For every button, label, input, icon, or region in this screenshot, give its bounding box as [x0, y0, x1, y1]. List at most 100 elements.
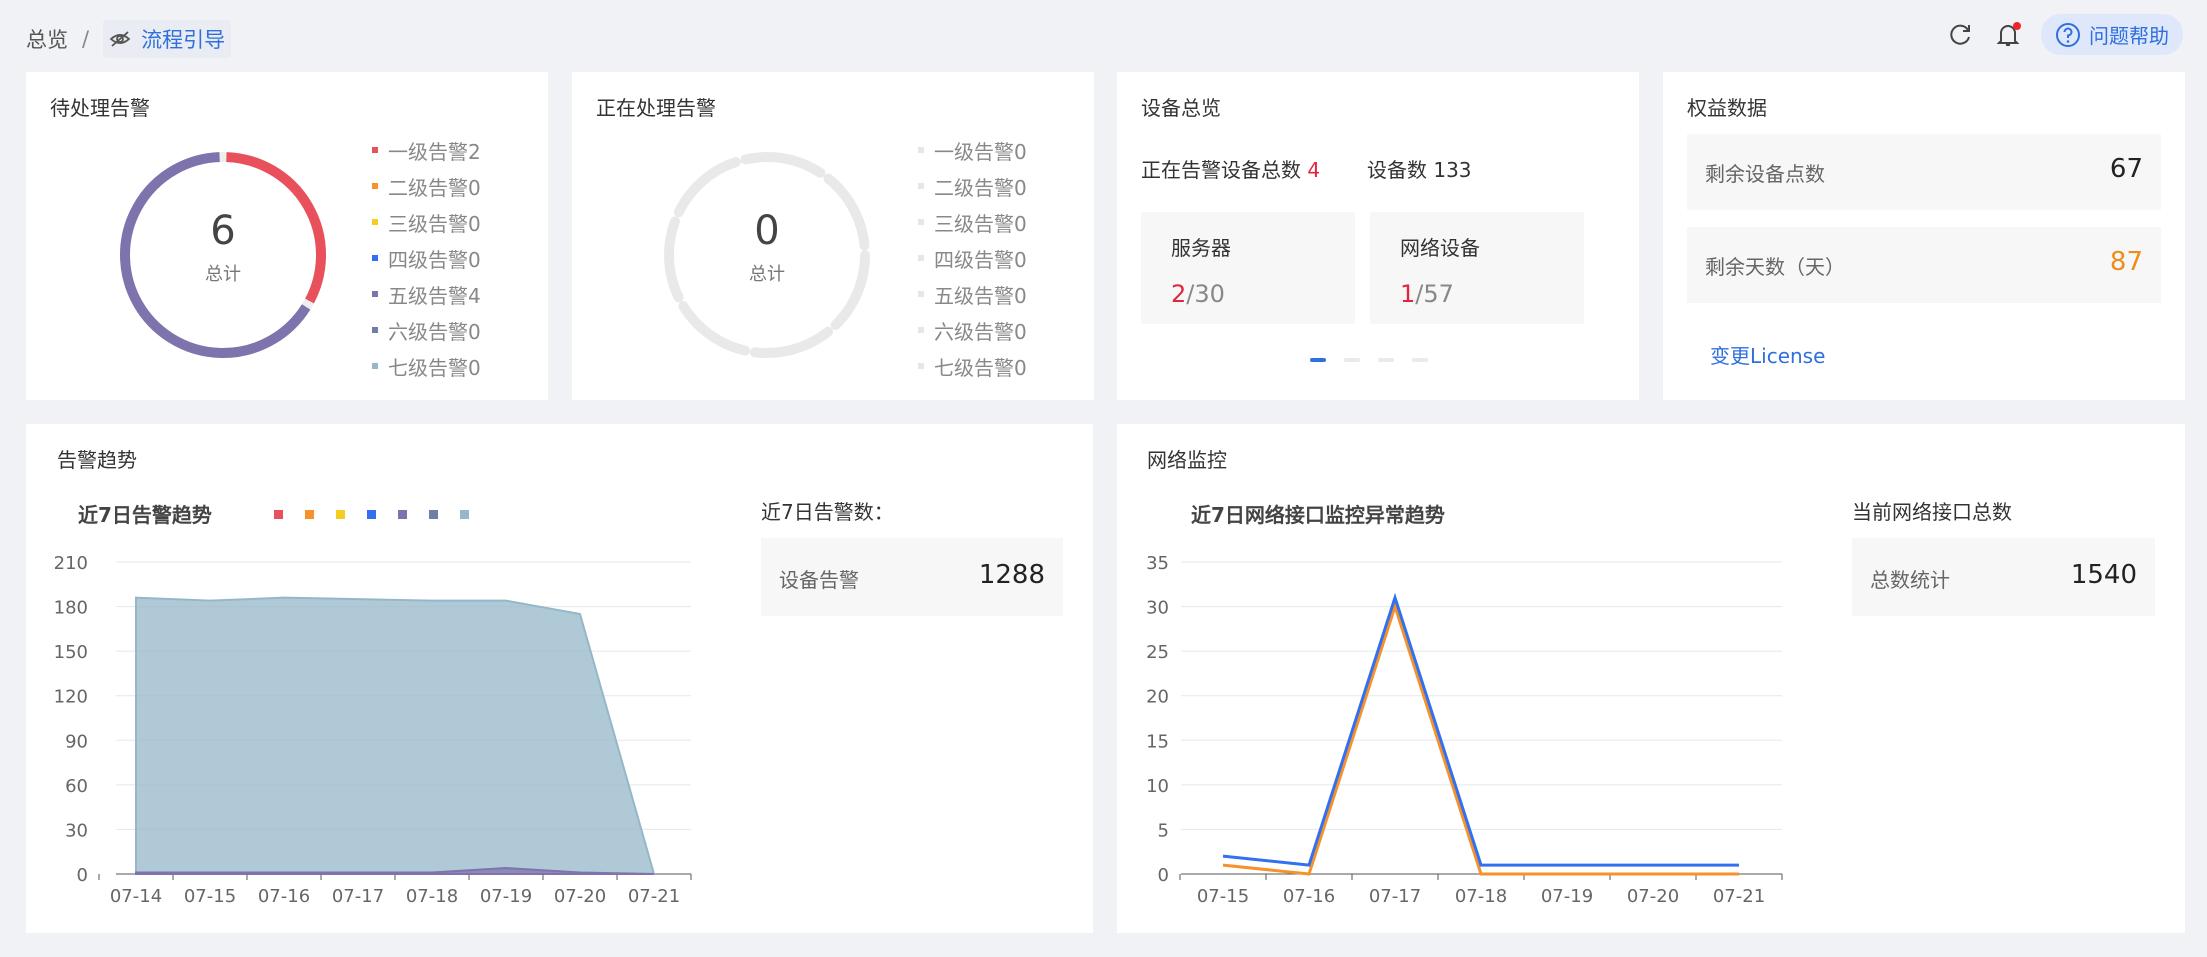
rights-title: 权益数据 [1687, 96, 1767, 120]
network-device-alarm-count: 1 [1400, 280, 1416, 308]
legend-item[interactable]: 四级告警0 [918, 240, 1027, 276]
breadcrumb: 总览 / 流程引导 [26, 20, 232, 58]
legend-swatch [372, 219, 378, 225]
network-trend-chart: 近7日网络接口监控异常趋势 0 5 10 15 20 25 30 35 07-15 07-16 07-… [1146, 503, 1783, 907]
x-tick-label: 07-17 [332, 886, 384, 907]
legend-item[interactable]: 一级告警2 [372, 132, 481, 168]
y-tick-label: 90 [65, 731, 88, 752]
device-count-label: 设备数 [1367, 158, 1427, 182]
y-tick-label: 210 [54, 553, 88, 574]
y-tick-label: 0 [1158, 865, 1169, 886]
pager-dot[interactable] [1344, 358, 1360, 362]
legend-item[interactable]: 六级告警0 [918, 312, 1027, 348]
device-count-stat: 设备数 133 [1367, 154, 1472, 183]
legend-swatch [918, 219, 924, 225]
x-tick-label: 07-21 [1713, 886, 1765, 907]
legend-marker [398, 510, 407, 519]
legend-item[interactable]: 二级告警0 [372, 168, 481, 204]
legend-label: 一级告警0 [934, 139, 1027, 164]
network-total-value: 1540 [2070, 560, 2137, 590]
remain-days-value: 87 [2109, 247, 2143, 277]
breadcrumb-separator: / [82, 27, 90, 51]
device-alarm-value: 1288 [978, 560, 1045, 590]
y-tick-label: 20 [1146, 687, 1169, 708]
legend-item[interactable]: 四级告警0 [372, 240, 481, 276]
chart-title: 近7日告警趋势 [78, 503, 212, 527]
network-total-row: 总数统计 1540 [1852, 538, 2155, 616]
notification-button[interactable] [1993, 20, 2023, 50]
legend-swatch [918, 291, 924, 297]
legend-item[interactable]: 七级告警0 [372, 348, 481, 384]
breadcrumb-root[interactable]: 总览 [26, 24, 68, 54]
toolbar: 问题帮助 [1945, 14, 2183, 55]
remain-points-row: 剩余设备点数 67 [1687, 134, 2161, 210]
change-license-link[interactable]: 变更License [1710, 340, 1825, 369]
server-label: 服务器 [1171, 236, 1231, 260]
remain-points-value: 67 [2109, 154, 2143, 184]
y-tick-label: 120 [54, 687, 88, 708]
remain-days-row: 剩余天数（天） 87 [1687, 227, 2161, 303]
breadcrumb-current[interactable]: 流程引导 [103, 20, 232, 58]
processing-total: 0 总计 [662, 208, 872, 286]
x-tick-label: 07-14 [110, 886, 162, 907]
legend-swatch [372, 255, 378, 261]
notification-dot [2013, 21, 2021, 30]
legend-marker [429, 510, 438, 519]
x-tick-label: 07-16 [1283, 886, 1335, 907]
network-device-tile[interactable]: 网络设备 1/57 [1370, 212, 1584, 324]
legend-swatch [372, 363, 378, 369]
remain-days-label: 剩余天数（天） [1705, 255, 1845, 279]
area-series [135, 596, 656, 875]
pager-dot[interactable] [1378, 358, 1394, 362]
legend-item[interactable]: 三级告警0 [918, 204, 1027, 240]
legend-label: 七级告警0 [934, 355, 1027, 380]
network-side-title: 当前网络接口总数 [1852, 500, 2012, 524]
y-tick-label: 15 [1146, 731, 1169, 752]
devices-overview-card: 设备总览 正在告警设备总数 4 设备数 133 服务器 2/30 网络设备 1/… [1117, 72, 1639, 400]
refresh-button[interactable] [1945, 20, 1975, 50]
eye-off-icon [109, 31, 131, 47]
server-tile[interactable]: 服务器 2/30 [1141, 212, 1355, 324]
legend-label: 一级告警2 [388, 139, 481, 164]
y-tick-label: 60 [65, 776, 88, 797]
legend-item[interactable]: 一级告警0 [918, 132, 1027, 168]
y-tick-label: 25 [1146, 642, 1169, 663]
devices-overview-title: 设备总览 [1141, 96, 1221, 120]
x-tick-label: 07-15 [184, 886, 236, 907]
network-device-count: 1/57 [1400, 280, 1454, 308]
legend-swatch [372, 327, 378, 333]
legend-label: 四级告警0 [934, 247, 1027, 272]
alarm-device-value: 4 [1307, 158, 1321, 182]
legend-item[interactable]: 七级告警0 [918, 348, 1027, 384]
pager-dot[interactable] [1412, 358, 1428, 362]
pager-dot[interactable] [1310, 358, 1326, 362]
legend-item[interactable]: 六级告警0 [372, 312, 481, 348]
chart-title: 近7日网络接口监控异常趋势 [1191, 503, 1445, 527]
legend-item[interactable]: 三级告警0 [372, 204, 481, 240]
network-monitor-card: 网络监控 近7日网络接口监控异常趋势 0 5 10 15 20 25 30 35 07-15 07-… [1117, 424, 2185, 933]
network-device-total-count: /57 [1415, 280, 1454, 308]
legend-item[interactable]: 五级告警0 [918, 276, 1027, 312]
legend-marker [460, 510, 469, 519]
legend-label: 五级告警0 [934, 283, 1027, 308]
legend-swatch [372, 147, 378, 153]
network-total-label: 总数统计 [1870, 568, 1950, 592]
legend-item[interactable]: 五级告警4 [372, 276, 481, 312]
processing-alarms-title: 正在处理告警 [596, 96, 716, 120]
y-tick-label: 35 [1146, 553, 1169, 574]
y-tick-label: 0 [77, 865, 88, 886]
legend-item[interactable]: 二级告警0 [918, 168, 1027, 204]
pending-alarms-title: 待处理告警 [50, 96, 150, 120]
legend-swatch [918, 363, 924, 369]
x-tick-label: 07-16 [258, 886, 310, 907]
legend-marker [274, 510, 283, 519]
y-tick-label: 180 [54, 598, 88, 619]
pending-legend: 一级告警2 二级告警0 三级告警0 四级告警0 五级告警4 六级告警0 七级告警… [372, 132, 481, 384]
y-tick-label: 30 [65, 820, 88, 841]
legend-label: 四级告警0 [388, 247, 481, 272]
breadcrumb-current-label: 流程引导 [141, 28, 226, 52]
server-alarm-count: 2 [1171, 280, 1187, 308]
processing-alarms-card: 正在处理告警 0 总计 一级告警0 二级告警0 三级告警0 四级告警0 五级告警… [572, 72, 1094, 400]
help-button[interactable]: 问题帮助 [2041, 14, 2183, 55]
x-tick-label: 07-18 [406, 886, 458, 907]
